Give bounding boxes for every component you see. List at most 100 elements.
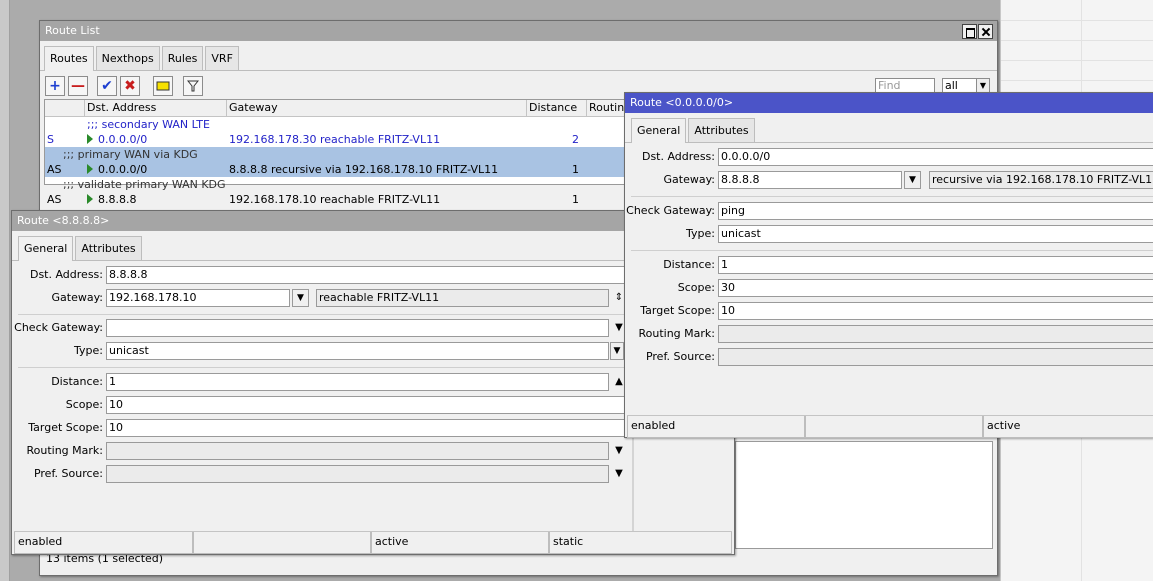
routing-mark-field[interactable] [718, 325, 1153, 343]
dst-address-column-header[interactable]: Dst. Address [85, 100, 227, 116]
filter-icon[interactable] [183, 76, 203, 96]
routing-mark-label: Routing Mark: [638, 327, 715, 340]
route-default-titlebar[interactable]: Route <0.0.0.0/0> [625, 93, 1153, 113]
target-scope-label: Target Scope: [640, 304, 715, 317]
scope-row: Scope: 30 [625, 279, 1153, 297]
gateway-label: Gateway: [51, 291, 104, 304]
gateway-dropdown-icon[interactable]: ▼ [292, 289, 309, 307]
check-gateway-label: Check Gateway: [626, 204, 715, 217]
check-gateway-field[interactable]: ping [718, 202, 1153, 220]
tab-vrf[interactable]: VRF [205, 46, 239, 70]
row-distance: 2 [572, 133, 579, 146]
check-gateway-field[interactable] [106, 319, 609, 337]
route-list-tabs: Routes Nexthops Rules VRF [40, 41, 997, 71]
dst-address-field[interactable]: 8.8.8.8 [106, 266, 626, 284]
route-8888-title: Route <8.8.8.8> [17, 214, 110, 227]
divider [18, 367, 628, 368]
tab-attributes[interactable]: Attributes [688, 118, 755, 142]
status-blank [805, 416, 983, 438]
type-field[interactable]: unicast [106, 342, 609, 360]
target-scope-label: Target Scope: [28, 421, 103, 434]
tab-rules[interactable]: Rules [161, 46, 204, 70]
gateway-status-field: recursive via 192.168.178.10 FRITZ-VL11 [929, 171, 1153, 189]
row-dst: 0.0.0.0/0 [98, 133, 148, 146]
chevron-down-icon[interactable]: ▼ [976, 79, 989, 93]
pref-source-field[interactable] [718, 348, 1153, 366]
gateway-field[interactable]: 8.8.8.8 [718, 171, 902, 189]
gateway-dropdown-icon[interactable]: ▼ [904, 171, 921, 189]
row-gateway: 192.168.178.30 reachable FRITZ-VL11 [229, 133, 441, 146]
route-list-title: Route List [45, 24, 100, 37]
route-default-window[interactable]: Route <0.0.0.0/0> General Attributes Dst… [624, 92, 1153, 438]
status-active: active [371, 532, 549, 554]
distance-label: Distance: [51, 375, 103, 388]
tab-general[interactable]: General [18, 236, 74, 261]
play-icon [87, 134, 93, 144]
check-gateway-row: Check Gateway: ▼ [12, 319, 632, 337]
tab-nexthops[interactable]: Nexthops [95, 46, 160, 70]
remove-icon[interactable]: — [68, 76, 88, 96]
row-gateway: 8.8.8.8 recursive via 192.168.178.10 FRI… [229, 163, 499, 176]
row-distance: 1 [572, 193, 579, 206]
pref-source-label: Pref. Source: [33, 467, 103, 480]
target-scope-field[interactable]: 10 [106, 419, 632, 437]
gateway-label: Gateway: [663, 173, 716, 186]
enable-check-icon[interactable]: ✔ [97, 76, 117, 96]
restore-icon[interactable] [962, 24, 977, 39]
scope-field[interactable]: 30 [718, 279, 1153, 297]
tab-general[interactable]: General [631, 118, 687, 143]
route-table-empty-area[interactable] [735, 441, 993, 549]
route-list-titlebar[interactable]: Route List [40, 21, 997, 41]
row-flags: AS [47, 163, 62, 176]
play-icon [87, 194, 93, 204]
gateway-column-header[interactable]: Gateway [227, 100, 527, 116]
pref-source-field[interactable] [106, 465, 609, 483]
filter-select-value: all [945, 79, 958, 92]
type-label: Type: [74, 344, 103, 357]
flags-column-header[interactable] [45, 100, 85, 116]
distance-row: Distance: 1 [625, 256, 1153, 274]
scope-label: Scope: [65, 398, 103, 411]
chevron-down-icon[interactable]: ▼ [612, 465, 626, 483]
target-scope-row: Target Scope: 10 [12, 419, 632, 437]
type-dropdown-icon[interactable]: ▼ [610, 342, 624, 360]
add-icon[interactable]: + [45, 76, 65, 96]
status-blank [193, 532, 371, 554]
type-field[interactable]: unicast [718, 225, 1153, 243]
scope-row: Scope: 10 [12, 396, 632, 414]
check-gateway-label: Check Gateway: [14, 321, 103, 334]
distance-field[interactable]: 1 [106, 373, 609, 391]
desktop-left-strip [0, 0, 10, 581]
chevron-down-icon[interactable]: ▼ [612, 442, 626, 460]
route-default-statusbar: enabled active [627, 415, 1153, 438]
dst-address-label: Dst. Address: [29, 268, 103, 281]
row-distance: 1 [572, 163, 579, 176]
check-gateway-row: Check Gateway: ping [625, 202, 1153, 220]
divider [18, 314, 628, 315]
comment-icon[interactable] [153, 76, 173, 96]
row-flags: S [47, 133, 54, 146]
row-dst: 8.8.8.8 [98, 193, 137, 206]
route-8888-statusbar: enabled active static [14, 531, 732, 554]
comment-text: ;;; validate primary WAN KDG [63, 178, 226, 191]
scope-label: Scope: [677, 281, 715, 294]
gateway-field[interactable]: 192.168.178.10 [106, 289, 290, 307]
gateway-row: Gateway: 8.8.8.8 ▼ recursive via 192.168… [625, 171, 1153, 189]
dst-address-field[interactable]: 0.0.0.0/0 [718, 148, 1153, 166]
disable-x-icon[interactable]: ✖ [120, 76, 140, 96]
distance-column-header[interactable]: Distance [527, 100, 587, 116]
target-scope-field[interactable]: 10 [718, 302, 1153, 320]
row-gateway: 192.168.178.10 reachable FRITZ-VL11 [229, 193, 441, 206]
close-icon[interactable] [978, 24, 993, 39]
routing-mark-field[interactable] [106, 442, 609, 460]
comment-text: ;;; secondary WAN LTE [87, 118, 210, 131]
distance-label: Distance: [663, 258, 715, 271]
gateway-status-field: reachable FRITZ-VL11 [316, 289, 609, 307]
tab-routes[interactable]: Routes [44, 46, 94, 71]
divider [631, 196, 1153, 197]
scope-field[interactable]: 10 [106, 396, 632, 414]
distance-field[interactable]: 1 [718, 256, 1153, 274]
status-active: active [983, 416, 1153, 438]
tab-attributes[interactable]: Attributes [75, 236, 142, 260]
type-label: Type: [686, 227, 715, 240]
